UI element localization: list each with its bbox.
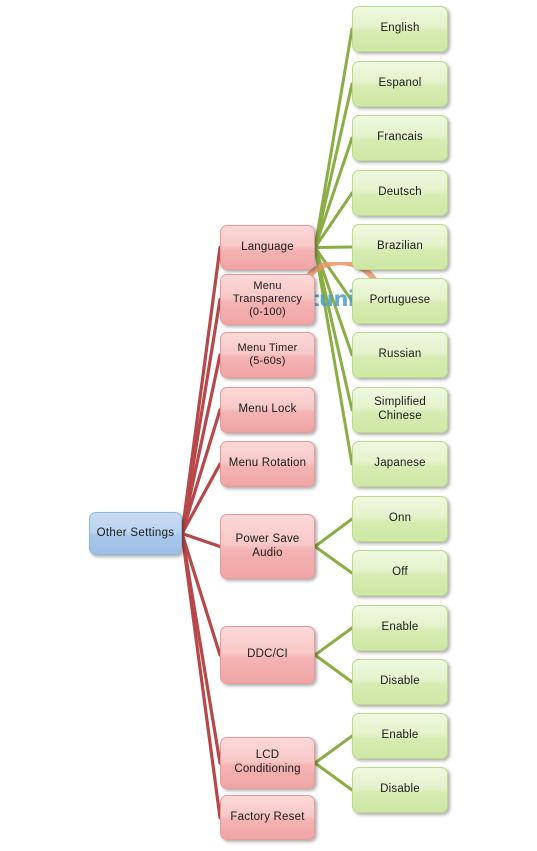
branch-node-menu-lock[interactable]: Menu Lock — [220, 387, 315, 433]
edge-language-to-deutsch — [313, 191, 354, 249]
edge-root-to-language — [180, 245, 222, 536]
leaf-node-language-portuguese[interactable]: Portuguese — [352, 278, 448, 324]
branch-node-lcd-conditioning[interactable]: LCD Conditioning — [220, 737, 315, 789]
branch-node-language-label: Language — [241, 240, 294, 253]
branch-node-menu-transparency-0-100[interactable]: Menu Transparency (0-100) — [220, 274, 315, 325]
edge-language-to-russian — [313, 246, 354, 357]
edge-power-save-audio-to-off — [313, 545, 354, 575]
edge-root-to-menu-lock — [180, 408, 222, 536]
edge-power-save-audio-to-onn — [313, 517, 354, 548]
branch-node-menu-lock-label: Menu Lock — [238, 403, 297, 416]
edge-root-to-menu-timer-5-60s — [180, 353, 222, 536]
root-node-other-settings[interactable]: Other Settings — [89, 512, 182, 555]
leaf-node-language-portuguese-label: Portuguese — [369, 294, 431, 307]
leaf-node-language-simplified-chinese[interactable]: Simplified Chinese — [352, 387, 448, 433]
leaf-node-language-russian[interactable]: Russian — [352, 332, 448, 378]
leaf-node-language-brazilian-label: Brazilian — [377, 240, 423, 253]
branch-node-factory-reset[interactable]: Factory Reset — [220, 795, 315, 840]
edge-root-to-power-save-audio — [180, 531, 222, 549]
leaf-node-language-english[interactable]: English — [352, 6, 448, 52]
branch-node-power-save-audio-label: Power Save Audio — [235, 532, 300, 559]
branch-node-power-save-audio[interactable]: Power Save Audio — [220, 514, 315, 579]
leaf-node-language-francais[interactable]: Francais — [352, 115, 448, 161]
edge-root-to-ddc-ci — [180, 531, 222, 657]
leaf-node-ddc-ci-disable-label: Disable — [380, 675, 420, 688]
edge-language-to-japanese — [313, 246, 354, 466]
edge-root-to-menu-transparency-0-100 — [180, 297, 222, 536]
root-node-other-settings-label: Other Settings — [96, 526, 175, 539]
leaf-node-language-deutsch[interactable]: Deutsch — [352, 170, 448, 216]
leaf-node-lcd-conditioning-disable[interactable]: Disable — [352, 767, 448, 813]
leaf-node-lcd-conditioning-disable-label: Disable — [380, 783, 420, 796]
branch-node-lcd-conditioning-label: LCD Conditioning — [234, 749, 301, 775]
leaf-node-power-save-audio-off-label: Off — [392, 566, 408, 579]
edge-language-to-francais — [313, 136, 354, 249]
branch-node-ddc-ci[interactable]: DDC/CI — [220, 626, 315, 684]
leaf-node-power-save-audio-onn-label: Onn — [388, 512, 412, 525]
edge-ddc-ci-to-disable — [313, 653, 354, 684]
leaf-node-language-espanol[interactable]: Espanol — [352, 61, 448, 107]
edge-language-to-english — [313, 27, 354, 249]
leaf-node-language-russian-label: Russian — [378, 348, 422, 361]
branch-node-menu-timer-5-60s[interactable]: Menu Timer (5-60s) — [220, 332, 315, 378]
edge-root-to-menu-rotation — [180, 462, 222, 536]
edge-language-to-simplified-chinese — [313, 246, 354, 412]
edge-root-to-factory-reset — [180, 531, 222, 820]
leaf-node-language-deutsch-label: Deutsch — [378, 186, 422, 199]
leaf-node-language-espanol-label: Espanol — [378, 77, 422, 90]
leaf-node-lcd-conditioning-enable-label: Enable — [381, 729, 419, 742]
leaf-node-language-brazilian[interactable]: Brazilian — [352, 224, 448, 270]
branch-node-menu-rotation-label: Menu Rotation — [228, 457, 307, 470]
leaf-node-language-simplified-chinese-label: Simplified Chinese — [374, 396, 426, 422]
edge-root-to-lcd-conditioning — [180, 531, 222, 765]
branch-node-menu-transparency-0-100-label: Menu Transparency (0-100) — [232, 280, 303, 318]
diagram-canvas: pctuning Other Settings Language English Es… — [0, 0, 537, 851]
edge-lcd-conditioning-to-disable — [313, 761, 354, 792]
leaf-node-ddc-ci-enable[interactable]: Enable — [352, 605, 448, 651]
edge-language-to-espanol — [313, 82, 354, 249]
branch-node-language[interactable]: Language — [220, 225, 315, 270]
leaf-node-language-english-label: English — [380, 22, 420, 35]
branch-node-factory-reset-label: Factory Reset — [230, 810, 305, 823]
branch-node-ddc-ci-label: DDC/CI — [247, 648, 288, 661]
leaf-node-ddc-ci-disable[interactable]: Disable — [352, 659, 448, 705]
leaf-node-language-japanese[interactable]: Japanese — [352, 441, 448, 487]
edge-ddc-ci-to-enable — [313, 626, 354, 657]
leaf-node-ddc-ci-enable-label: Enable — [381, 621, 419, 634]
branch-node-menu-rotation[interactable]: Menu Rotation — [220, 441, 315, 487]
leaf-node-language-japanese-label: Japanese — [374, 457, 426, 470]
leaf-node-lcd-conditioning-enable[interactable]: Enable — [352, 713, 448, 759]
edge-lcd-conditioning-to-enable — [313, 734, 354, 765]
edge-language-to-portuguese — [313, 246, 354, 303]
branch-node-menu-timer-5-60s-label: Menu Timer (5-60s) — [237, 342, 298, 367]
leaf-node-power-save-audio-onn[interactable]: Onn — [352, 496, 448, 542]
edge-language-to-brazilian — [313, 245, 354, 249]
leaf-node-power-save-audio-off[interactable]: Off — [352, 550, 448, 596]
leaf-node-language-francais-label: Francais — [377, 131, 423, 144]
